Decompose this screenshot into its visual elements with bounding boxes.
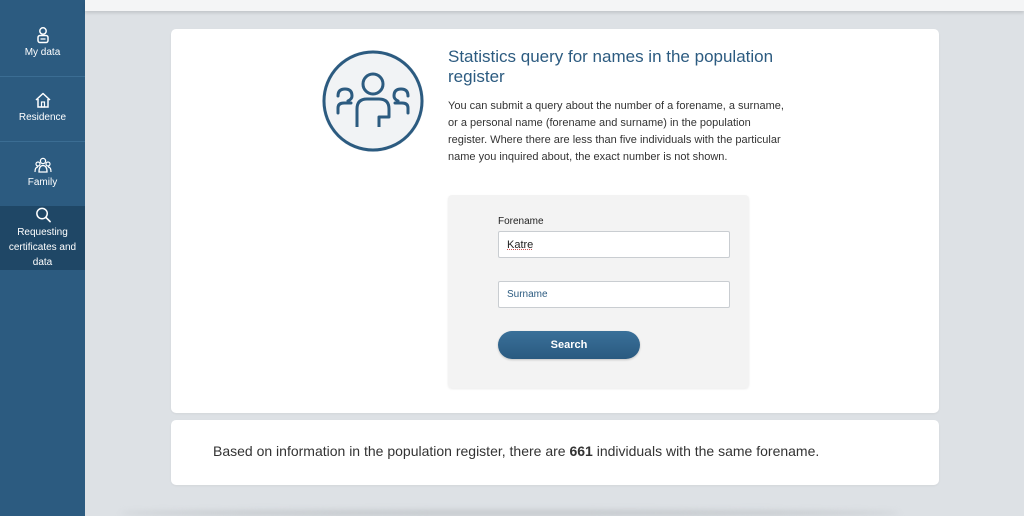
result-prefix: Based on information in the population r…	[213, 443, 566, 459]
bottom-shadow	[120, 510, 900, 516]
surname-placeholder: Surname	[507, 289, 548, 300]
sidebar-item-label: Residence	[18, 112, 67, 123]
house-icon	[34, 92, 51, 108]
surname-field[interactable]: Surname	[498, 281, 730, 308]
user-badge-icon	[36, 27, 49, 44]
query-card: Statistics query for names in the popula…	[171, 29, 939, 413]
description: You can submit a query about the number …	[448, 100, 784, 163]
forename-label: Forename	[498, 216, 544, 227]
sidebar-item-requesting-certificates[interactable]: Requesting certificates and data	[0, 206, 85, 270]
sidebar-item-my-data[interactable]: My data	[0, 26, 85, 58]
search-button[interactable]: Search	[498, 331, 640, 359]
top-bar	[85, 0, 1024, 11]
result-count: 661	[569, 443, 593, 459]
search-form: Forename Katre Surname Search	[448, 195, 749, 388]
sidebar-item-label: Family	[27, 177, 58, 188]
people-group-icon	[322, 50, 424, 152]
sidebar-item-label: Requesting certificates and data	[8, 227, 77, 268]
result-suffix: individuals with the same forename.	[596, 443, 820, 459]
sidebar-item-residence[interactable]: Residence	[0, 91, 85, 123]
search-icon	[35, 207, 51, 223]
forename-field[interactable]: Katre	[498, 231, 730, 258]
result-card: Based on information in the population r…	[171, 420, 939, 485]
divider	[0, 76, 85, 77]
forename-value: Katre	[507, 238, 534, 251]
sidebar: My data Residence Family Requesting cert…	[0, 0, 85, 516]
divider	[0, 141, 85, 142]
sidebar-item-label: My data	[24, 47, 61, 58]
sidebar-item-family[interactable]: Family	[0, 156, 85, 188]
family-icon	[33, 157, 52, 173]
result-text: Based on information in the population r…	[213, 443, 819, 459]
page-title: Statistics query for names in the popula…	[448, 47, 774, 86]
